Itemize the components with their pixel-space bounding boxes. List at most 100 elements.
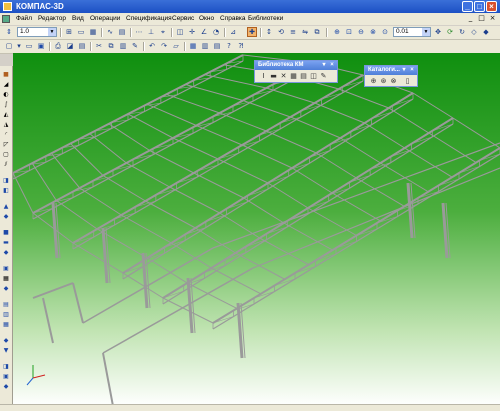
menu-specification[interactable]: Спецификация bbox=[126, 13, 172, 25]
measure-icon[interactable]: ⊿ bbox=[228, 27, 238, 37]
menu-operations[interactable]: Операции bbox=[90, 13, 120, 25]
orthogonal-icon[interactable]: ⊥ bbox=[146, 27, 156, 37]
help-icon[interactable]: ? bbox=[224, 41, 234, 51]
grid-icon[interactable]: ⋯ bbox=[134, 27, 144, 37]
cut-op-icon[interactable]: ◮ bbox=[1, 120, 11, 129]
active-tool-icon[interactable]: ✚ bbox=[247, 27, 257, 37]
menu-service[interactable]: Сервис bbox=[172, 13, 194, 25]
spline-icon[interactable]: ∿ bbox=[105, 27, 115, 37]
report-icon[interactable]: ▥ bbox=[1, 310, 11, 319]
library-panel-title[interactable]: Библиотека КМ ▾ × bbox=[255, 61, 337, 70]
menu-editor[interactable]: Редактор bbox=[38, 13, 66, 25]
sketch-icon[interactable]: ◧ bbox=[1, 186, 11, 195]
orient-icon[interactable]: ◇ bbox=[469, 27, 479, 37]
cube-icon[interactable]: ■ bbox=[1, 228, 11, 237]
angle-icon[interactable]: ∠ bbox=[199, 27, 209, 37]
catalog-target-icon[interactable]: ⊗ bbox=[389, 77, 398, 86]
library-manager-icon[interactable]: ▥ bbox=[200, 41, 210, 51]
undo-icon[interactable]: ↶ bbox=[147, 41, 157, 51]
zoom-combo[interactable]: 0.01 ▼ bbox=[393, 27, 431, 37]
tree-icon[interactable]: ▦ bbox=[188, 41, 198, 51]
lib-node-icon[interactable]: ◫ bbox=[309, 72, 318, 81]
lib-beam-icon[interactable]: I bbox=[259, 72, 268, 81]
scale-icon[interactable]: ⇕ bbox=[4, 27, 14, 37]
catalog-panel-title[interactable]: Каталоги... ▾ × bbox=[365, 66, 417, 75]
dimension-icon[interactable]: ⊞ bbox=[64, 27, 74, 37]
coordinate-icon[interactable]: ✛ bbox=[187, 27, 197, 37]
lib-table-icon[interactable]: ▤ bbox=[299, 72, 308, 81]
menu-libraries[interactable]: Библиотеки bbox=[248, 13, 283, 25]
panel-close-button[interactable]: × bbox=[328, 61, 336, 70]
preview-icon[interactable]: ◪ bbox=[65, 41, 75, 51]
zoom-frame-icon[interactable]: ⊡ bbox=[344, 27, 354, 37]
pan-icon[interactable]: ✥ bbox=[433, 27, 443, 37]
doc-minimize-button[interactable]: _ bbox=[466, 14, 475, 23]
lib-cross-icon[interactable]: ✕ bbox=[279, 72, 288, 81]
style-icon[interactable]: ▭ bbox=[76, 27, 86, 37]
geometry-icon[interactable]: ■ bbox=[1, 70, 11, 79]
rotate-op-icon[interactable]: ◐ bbox=[1, 90, 11, 99]
chevron-down-icon[interactable]: ▼ bbox=[422, 28, 430, 36]
snap-icon[interactable]: ⌖ bbox=[158, 27, 168, 37]
zoom-out-icon[interactable]: ⊖ bbox=[356, 27, 366, 37]
doc-restore-button[interactable]: □ bbox=[477, 14, 486, 23]
chevron-down-icon[interactable]: ▼ bbox=[48, 28, 56, 36]
copy-doc-icon[interactable]: ⧉ bbox=[106, 41, 116, 51]
mirror-icon[interactable]: ⇋ bbox=[300, 27, 310, 37]
menu-help[interactable]: Справка bbox=[220, 13, 246, 25]
catalog-refresh-icon[interactable]: ⊛ bbox=[379, 77, 388, 86]
rib-icon[interactable]: ⫽ bbox=[1, 160, 11, 169]
measure-tool-icon[interactable]: ◨ bbox=[1, 176, 11, 185]
zoom-all-icon[interactable]: ⊗ bbox=[368, 27, 378, 37]
doc-close-button[interactable]: × bbox=[488, 14, 497, 23]
mate-icon[interactable]: ◆ bbox=[1, 284, 11, 293]
surface-icon[interactable]: ▲ bbox=[1, 202, 11, 211]
pin-icon[interactable]: ▾ bbox=[400, 66, 408, 75]
lib-plate-icon[interactable]: ▬ bbox=[269, 72, 278, 81]
zoom-in-icon[interactable]: ⊕ bbox=[332, 27, 342, 37]
maximize-button[interactable]: □ bbox=[474, 1, 485, 12]
cut-icon[interactable]: ✂ bbox=[94, 41, 104, 51]
new-document-icon[interactable]: ▢ bbox=[4, 41, 14, 51]
close-button[interactable]: × bbox=[486, 1, 497, 12]
component-icon[interactable]: ▦ bbox=[1, 274, 11, 283]
save-icon[interactable]: ▣ bbox=[36, 41, 46, 51]
print-icon[interactable]: ⎙ bbox=[53, 41, 63, 51]
menu-view[interactable]: Вид bbox=[72, 13, 84, 25]
context-help-icon[interactable]: ⁈ bbox=[236, 41, 246, 51]
panel-close-button[interactable]: × bbox=[408, 66, 416, 75]
zoom-dynamic-icon[interactable]: ⊙ bbox=[380, 27, 390, 37]
redraw-icon[interactable]: ↻ bbox=[457, 27, 467, 37]
axis-icon[interactable]: ◆ bbox=[1, 248, 11, 257]
fillet-icon[interactable]: ◜ bbox=[1, 130, 11, 139]
shade-icon[interactable]: ◆ bbox=[481, 27, 491, 37]
section-icon[interactable]: ▣ bbox=[1, 372, 11, 381]
scale-combo[interactable]: 1.0 ▼ bbox=[17, 27, 57, 37]
paste-icon[interactable]: ▥ bbox=[118, 41, 128, 51]
round-icon[interactable]: ◔ bbox=[211, 27, 221, 37]
properties-icon[interactable]: ▤ bbox=[77, 41, 87, 51]
plane-icon[interactable]: ▬ bbox=[1, 238, 11, 247]
filter-icon[interactable]: ▼ bbox=[1, 346, 11, 355]
menu-file[interactable]: Файл bbox=[16, 13, 32, 25]
shell-icon[interactable]: ▢ bbox=[1, 150, 11, 159]
model-viewport[interactable]: Библиотека КМ ▾ × I ▬ ✕ ▦ ▤ ◫ ✎ Каталоги… bbox=[13, 53, 500, 406]
kinematic-icon[interactable]: ∫ bbox=[1, 100, 11, 109]
lib-edit-icon[interactable]: ✎ bbox=[319, 72, 328, 81]
format-icon[interactable]: ✎ bbox=[130, 41, 140, 51]
variables-icon[interactable]: ▤ bbox=[212, 41, 222, 51]
view-icon[interactable]: ◨ bbox=[1, 362, 11, 371]
select-icon[interactable]: ▱ bbox=[171, 41, 181, 51]
chamfer-icon[interactable]: ◸ bbox=[1, 140, 11, 149]
spec-icon[interactable]: ▤ bbox=[1, 300, 11, 309]
open-icon[interactable]: ▭ bbox=[24, 41, 34, 51]
copy-icon[interactable]: ⧉ bbox=[312, 27, 322, 37]
extrude-icon[interactable]: ◢ bbox=[1, 80, 11, 89]
explode-icon[interactable]: ◆ bbox=[1, 382, 11, 391]
select-op-icon[interactable]: ◆ bbox=[1, 336, 11, 345]
layer-icon[interactable]: ◫ bbox=[175, 27, 185, 37]
array-icon[interactable]: ◆ bbox=[1, 212, 11, 221]
redo-icon[interactable]: ↷ bbox=[159, 41, 169, 51]
bom-icon[interactable]: ▦ bbox=[1, 320, 11, 329]
catalog-document-icon[interactable]: ▯ bbox=[403, 77, 412, 86]
